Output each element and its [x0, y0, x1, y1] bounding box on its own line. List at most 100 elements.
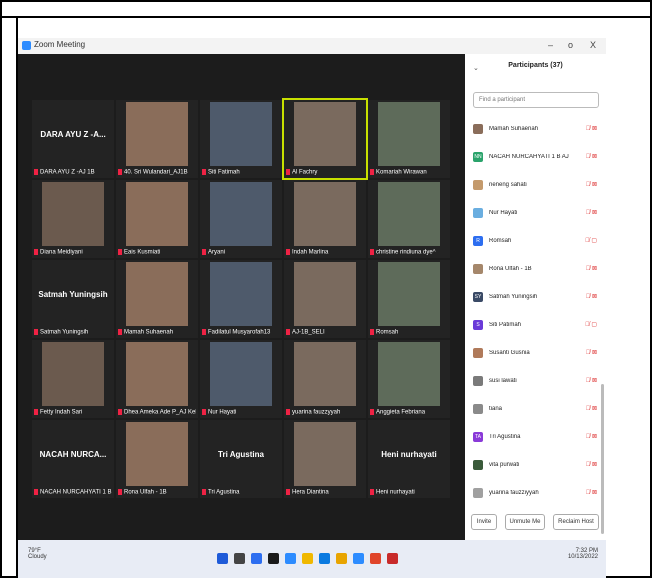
- window-title: Zoom Meeting: [34, 40, 86, 49]
- muted-mic-icon: [286, 329, 290, 336]
- video-tile[interactable]: Aryani: [200, 180, 282, 258]
- tile-caption: Komariah Wirawan: [370, 169, 448, 176]
- maximize-button[interactable]: o: [568, 40, 573, 50]
- avatar: [473, 264, 483, 274]
- invite-button[interactable]: Invite: [471, 514, 497, 530]
- participant-search-input[interactable]: Find a participant: [473, 92, 599, 108]
- participant-row[interactable]: Mamah Suhaenah 🎙̸ ⊠: [471, 116, 599, 144]
- close-button[interactable]: X: [590, 40, 596, 50]
- participant-name: Siti Patimah: [489, 322, 522, 328]
- avatar: S: [473, 320, 483, 330]
- video-tile[interactable]: Hera Diantina: [284, 420, 366, 498]
- video-tile[interactable]: AJ-1B_SELI: [284, 260, 366, 338]
- video-tile[interactable]: Al Fachry: [282, 98, 368, 180]
- video-feed: [378, 102, 440, 166]
- video-tile[interactable]: 40. Sri Wulandari_AJ1B: [116, 100, 198, 178]
- taskbar-app-icon[interactable]: [251, 553, 262, 565]
- video-tile[interactable]: Nur Hayati: [200, 340, 282, 418]
- avatar: SY: [473, 292, 483, 302]
- participant-row[interactable]: Susanti Gusnia 🎙̸ ⊠: [471, 340, 599, 368]
- tile-caption: Mamah Suhaenah: [118, 329, 196, 336]
- video-tile[interactable]: NACAH NURCA... NACAH NURCAHYATI 1 B AJ: [32, 420, 114, 498]
- video-tile[interactable]: Fetty Indah Sari: [32, 340, 114, 418]
- video-tile[interactable]: Dhea Ameka Ade P_AJ Keb: [116, 340, 198, 418]
- taskbar-app-icon[interactable]: [353, 553, 364, 565]
- video-tile[interactable]: Diana Meidiyani: [32, 180, 114, 258]
- taskbar-app-icon[interactable]: [336, 553, 347, 565]
- participants-panel: ⌄ Participants (37) Find a participant M…: [465, 54, 606, 540]
- participant-row[interactable]: TA Tri Agustina 🎙̸ ⊠: [471, 424, 599, 452]
- video-feed: [126, 182, 188, 246]
- mic-video-status-icon: 🎙̸ ⊠: [585, 126, 597, 132]
- taskbar-app-icon[interactable]: [387, 553, 398, 565]
- taskbar-app-icon[interactable]: [234, 553, 245, 565]
- video-feed: [378, 262, 440, 326]
- reclaim-host-button[interactable]: Reclaim Host: [553, 514, 599, 530]
- taskbar-app-icon[interactable]: [319, 553, 330, 565]
- taskbar-app-icon[interactable]: [302, 553, 313, 565]
- muted-mic-icon: [286, 409, 290, 416]
- participant-row[interactable]: susi lawati 🎙̸ ⊠: [471, 368, 599, 396]
- avatar: [473, 124, 483, 134]
- participant-row[interactable]: SY Satmah Yuningsih 🎙̸ ⊠: [471, 284, 599, 312]
- taskbar-app-icon[interactable]: [217, 553, 228, 565]
- unmute-me-button[interactable]: Unmute Me: [505, 514, 545, 530]
- video-feed: [210, 262, 272, 326]
- taskbar-app-icon[interactable]: [285, 553, 296, 565]
- video-tile[interactable]: Komariah Wirawan: [368, 100, 450, 178]
- participant-name: yuarina fauzziyyah: [489, 490, 539, 496]
- video-tile[interactable]: Siti Fatimah: [200, 100, 282, 178]
- video-tile[interactable]: Heni nurhayati Heni nurhayati: [368, 420, 450, 498]
- muted-mic-icon: [34, 249, 38, 256]
- participant-row[interactable]: Rona Ulfah - 1B 🎙̸ ⊠: [471, 256, 599, 284]
- participant-row[interactable]: neneng sahati 🎙̸ ⊠: [471, 172, 599, 200]
- participant-row[interactable]: NN NACAH NURCAHYATI 1 B AJ 🎙̸ ⊠: [471, 144, 599, 172]
- clock-date[interactable]: 10/13/2022: [568, 554, 598, 560]
- video-tile[interactable]: Fadilatul Musyarofah13: [200, 260, 282, 338]
- weather-widget[interactable]: 79°F Cloudy: [28, 548, 47, 560]
- participant-list-scrollbar[interactable]: [601, 384, 604, 534]
- tile-caption: Diana Meidiyani: [34, 249, 112, 256]
- taskbar-app-icon[interactable]: [268, 553, 279, 565]
- video-tile[interactable]: Tri Agustina Tri Agustina: [200, 420, 282, 498]
- video-tile[interactable]: Anggieta Febriana: [368, 340, 450, 418]
- taskbar-app-icon[interactable]: [370, 553, 381, 565]
- video-tile[interactable]: DARA AYU Z -A... DARA AYU Z -AJ 1B: [32, 100, 114, 178]
- tile-caption: Aryani: [202, 249, 280, 256]
- video-tile[interactable]: Rona Ulfah - 1B: [116, 420, 198, 498]
- video-feed: [126, 342, 188, 406]
- mic-video-status-icon: 🎙̸ ▢: [585, 238, 597, 244]
- tile-caption: DARA AYU Z -AJ 1B: [34, 169, 112, 176]
- avatar: R: [473, 236, 483, 246]
- tile-display-name: Heni nurhayati: [381, 450, 437, 459]
- mic-video-status-icon: 🎙̸ ⊠: [585, 266, 597, 272]
- participant-name: Tri Agustina: [489, 434, 521, 440]
- video-tile[interactable]: Indah Marlina: [284, 180, 366, 258]
- tile-caption: Al Fachry: [286, 169, 364, 176]
- video-feed: [294, 422, 356, 486]
- video-tile[interactable]: Satmah Yuningsih Satmah Yuningsih: [32, 260, 114, 338]
- participant-actions: Invite Unmute Me Reclaim Host: [471, 514, 601, 530]
- muted-mic-icon: [202, 249, 206, 256]
- tile-caption: Anggieta Febriana: [370, 409, 448, 416]
- video-tile[interactable]: Romsah: [368, 260, 450, 338]
- video-tile[interactable]: Eais Kusmiati: [116, 180, 198, 258]
- participant-row[interactable]: yuarina fauzziyyah 🎙̸ ⊠: [471, 480, 599, 498]
- video-tile[interactable]: yuarina fauzzyyah: [284, 340, 366, 418]
- video-tile[interactable]: christine rindiuna dye^: [368, 180, 450, 258]
- participant-row[interactable]: R Romsah 🎙̸ ▢: [471, 228, 599, 256]
- tile-caption: Nur Hayati: [202, 409, 280, 416]
- minimize-button[interactable]: –: [548, 40, 553, 50]
- avatar: [473, 376, 483, 386]
- avatar: [473, 180, 483, 190]
- video-feed: [210, 102, 272, 166]
- muted-mic-icon: [202, 489, 206, 496]
- participant-row[interactable]: vita purwati 🎙̸ ⊠: [471, 452, 599, 480]
- muted-mic-icon: [34, 489, 38, 496]
- participant-row[interactable]: S Siti Patimah 🎙̸ ▢: [471, 312, 599, 340]
- tile-caption: NACAH NURCAHYATI 1 B AJ: [34, 489, 112, 496]
- tile-caption: Indah Marlina: [286, 249, 364, 256]
- participant-row[interactable]: Nur Hayati 🎙̸ ⊠: [471, 200, 599, 228]
- participant-row[interactable]: tiana 🎙̸ ⊠: [471, 396, 599, 424]
- video-tile[interactable]: Mamah Suhaenah: [116, 260, 198, 338]
